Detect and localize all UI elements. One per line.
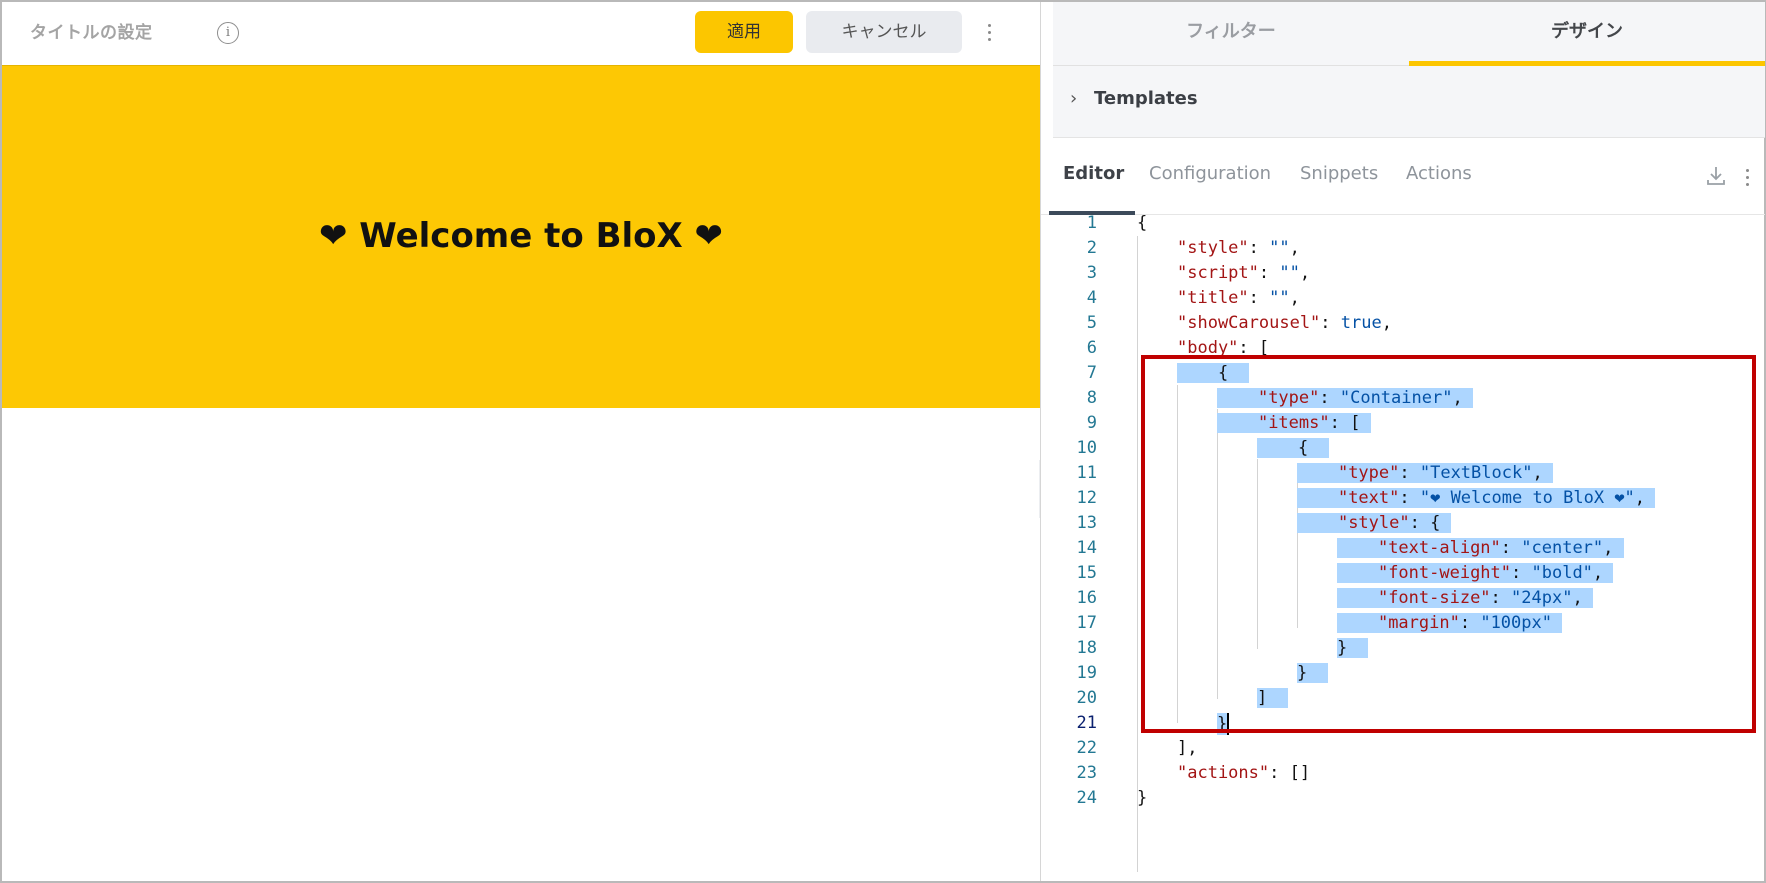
panel-tabs: フィルター デザイン [1053, 2, 1765, 67]
code-line: 24} [1076, 788, 1148, 808]
annotation-highlight-box [1141, 355, 1756, 733]
code-line: 2 "style": "", [1086, 238, 1300, 258]
code-line: 23 "actions": [] [1076, 763, 1311, 783]
preview-header: タイトルの設定 i 適用 キャンセル [2, 2, 1040, 65]
editor-tabs: Editor Configuration Snippets Actions [1041, 139, 1765, 215]
design-panel: フィルター デザイン › Templates Editor Configurat… [1040, 2, 1765, 881]
preview-pane: タイトルの設定 i 適用 キャンセル ❤ Welcome to BloX ❤ [2, 2, 1040, 881]
code-line: 4 "title": "", [1086, 288, 1300, 308]
tab-filter[interactable]: フィルター [1053, 2, 1409, 66]
banner-text: ❤ Welcome to BloX ❤ [318, 216, 724, 256]
download-icon[interactable] [1705, 165, 1727, 187]
code-editor[interactable]: 1{ 2 "style": "", 3 "script": "", 4 "title"… [1041, 213, 1765, 881]
info-icon[interactable]: i [217, 22, 239, 44]
code-line: 5 "showCarousel": true, [1086, 313, 1392, 333]
preview-banner: ❤ Welcome to BloX ❤ [2, 65, 1040, 408]
more-vertical-icon[interactable] [988, 24, 992, 45]
code-line: 22], [1076, 738, 1198, 758]
tab-actions[interactable]: Actions [1406, 163, 1472, 184]
tab-snippets[interactable]: Snippets [1300, 163, 1378, 184]
page-title[interactable]: タイトルの設定 [30, 18, 153, 43]
code-line: 3 "script": "", [1086, 263, 1311, 283]
tab-configuration[interactable]: Configuration [1149, 163, 1271, 184]
templates-label[interactable]: Templates [1094, 88, 1198, 109]
editor-more-icon[interactable] [1746, 169, 1750, 190]
apply-button[interactable]: 適用 [695, 11, 793, 53]
templates-section[interactable]: › Templates [1053, 66, 1765, 138]
tab-editor[interactable]: Editor [1063, 163, 1124, 184]
cancel-button[interactable]: キャンセル [806, 11, 962, 53]
chevron-right-icon[interactable]: › [1070, 88, 1077, 109]
tab-design[interactable]: デザイン [1409, 2, 1765, 67]
code-line: 1{ [1086, 213, 1148, 233]
